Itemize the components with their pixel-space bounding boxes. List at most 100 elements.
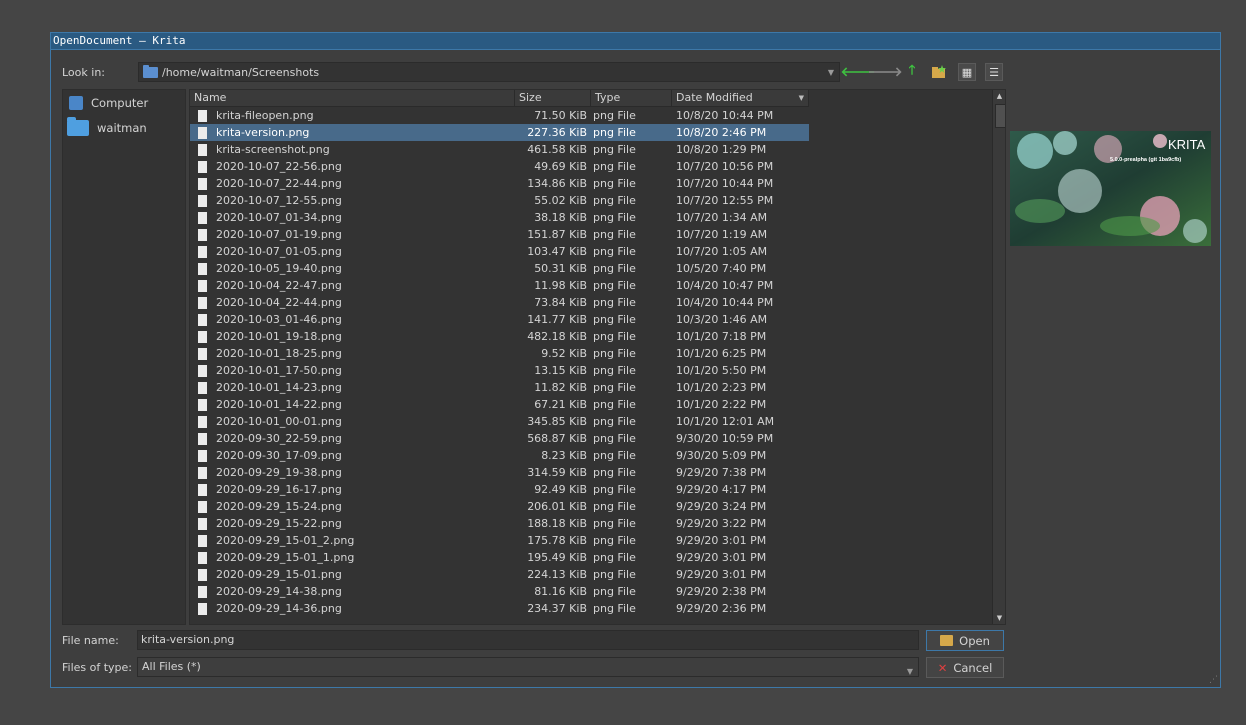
file-type: png File (593, 143, 636, 156)
file-date: 10/1/20 5:50 PM (676, 364, 767, 377)
file-row[interactable]: 2020-09-29_15-22.png 188.18 KiB png File 9/… (190, 515, 809, 532)
file-date: 9/29/20 3:22 PM (676, 517, 767, 530)
file-row[interactable]: 2020-10-01_19-18.png 482.18 KiB png File 10… (190, 328, 809, 345)
column-date-modified[interactable]: Date Modified ▼ (672, 90, 809, 106)
file-size: 38.18 KiB (534, 211, 587, 224)
file-name: krita-fileopen.png (216, 109, 314, 122)
file-row[interactable]: 2020-09-29_14-38.png 81.16 KiB png File 9/2… (190, 583, 809, 600)
file-size: 206.01 KiB (527, 500, 587, 513)
column-date-label: Date Modified (676, 91, 753, 104)
preview-brand: KRITA (1168, 137, 1206, 152)
file-icon (198, 194, 207, 207)
detail-view-icon[interactable]: ☰ (985, 63, 1003, 81)
scroll-up-icon[interactable]: ▲ (993, 90, 1005, 102)
file-name: 2020-09-29_19-38.png (216, 466, 342, 479)
back-icon[interactable]: 🡐 (841, 62, 876, 82)
file-size: 11.82 KiB (534, 381, 587, 394)
column-size[interactable]: Size (515, 90, 591, 106)
sidebar-item-waitman[interactable]: waitman (63, 115, 185, 140)
file-row[interactable]: 2020-10-05_19-40.png 50.31 KiB png File 10/… (190, 260, 809, 277)
scroll-thumb[interactable] (995, 104, 1005, 128)
file-row[interactable]: 2020-09-29_15-01_2.png 175.78 KiB png File… (190, 532, 809, 549)
file-name-cell: krita-version.png (190, 126, 515, 139)
computer-icon (69, 95, 83, 110)
file-icon (198, 398, 207, 411)
new-folder-icon[interactable] (929, 62, 949, 82)
file-row[interactable]: 2020-09-29_14-36.png 234.37 KiB png File 9/… (190, 600, 809, 617)
file-size: 234.37 KiB (527, 602, 587, 615)
file-name-cell: 2020-10-01_19-18.png (190, 330, 515, 343)
file-type: png File (593, 330, 636, 343)
icon-view-icon[interactable]: ▦ (958, 63, 976, 81)
window-title: OpenDocument — Krita (51, 33, 1220, 50)
file-type: png File (593, 364, 636, 377)
file-row[interactable]: 2020-10-07_01-05.png 103.47 KiB png File 10… (190, 243, 809, 260)
cancel-button[interactable]: ✕ Cancel (926, 657, 1004, 678)
file-row[interactable]: 2020-09-29_19-38.png 314.59 KiB png File 9/… (190, 464, 809, 481)
file-row[interactable]: 2020-10-01_14-22.png 67.21 KiB png File 10/… (190, 396, 809, 413)
file-row[interactable]: krita-fileopen.png 71.50 KiB png File 10/8/… (190, 107, 809, 124)
file-row[interactable]: 2020-09-30_22-59.png 568.87 KiB png File 9/… (190, 430, 809, 447)
file-row[interactable]: 2020-10-01_14-23.png 11.82 KiB png File 10/… (190, 379, 809, 396)
file-name-cell: 2020-09-29_15-24.png (190, 500, 515, 513)
file-list[interactable]: Name Size Type Date Modified ▼ krita-fil… (189, 89, 1006, 625)
file-type: png File (593, 177, 636, 190)
file-row[interactable]: 2020-10-07_22-44.png 134.86 KiB png File 10… (190, 175, 809, 192)
sidebar-item-computer[interactable]: Computer (63, 90, 185, 115)
file-row[interactable]: 2020-09-29_16-17.png 92.49 KiB png File 9/2… (190, 481, 809, 498)
scroll-down-icon[interactable]: ▼ (993, 612, 1005, 624)
file-name-cell: 2020-10-04_22-47.png (190, 279, 515, 292)
file-type-label: Files of type: (62, 661, 133, 674)
file-date: 10/7/20 10:56 PM (676, 160, 774, 173)
file-rows: krita-fileopen.png 71.50 KiB png File 10/8/… (190, 107, 809, 617)
up-icon[interactable]: 🡑 (902, 62, 922, 82)
file-size: 195.49 KiB (527, 551, 587, 564)
file-date: 10/1/20 12:01 AM (676, 415, 775, 428)
file-row[interactable]: 2020-10-07_01-34.png 38.18 KiB png File 10/… (190, 209, 809, 226)
file-row[interactable]: krita-version.png 227.36 KiB png File 10/8/… (190, 124, 809, 141)
file-name: 2020-10-05_19-40.png (216, 262, 342, 275)
file-row[interactable]: 2020-10-04_22-44.png 73.84 KiB png File 10/… (190, 294, 809, 311)
file-icon (198, 296, 207, 309)
file-row[interactable]: 2020-10-03_01-46.png 141.77 KiB png File 10… (190, 311, 809, 328)
cancel-button-label: Cancel (953, 660, 993, 675)
file-size: 92.49 KiB (534, 483, 587, 496)
look-in-label: Look in: (62, 66, 105, 79)
file-row[interactable]: 2020-09-29_15-01.png 224.13 KiB png File 9/… (190, 566, 809, 583)
file-icon (198, 279, 207, 292)
file-row[interactable]: 2020-10-07_12-55.png 55.02 KiB png File 10/… (190, 192, 809, 209)
resize-grip-icon[interactable]: ⋰ (1209, 675, 1218, 685)
vertical-scrollbar[interactable]: ▲ ▼ (992, 90, 1005, 624)
file-date: 10/1/20 6:25 PM (676, 347, 767, 360)
file-type-combo[interactable]: All Files (*) ▼ (137, 657, 919, 677)
forward-icon[interactable]: 🡒 (868, 62, 903, 82)
file-name-cell: 2020-09-29_15-22.png (190, 517, 515, 530)
file-row[interactable]: 2020-09-30_17-09.png 8.23 KiB png File 9/30… (190, 447, 809, 464)
file-size: 314.59 KiB (527, 466, 587, 479)
file-size: 224.13 KiB (527, 568, 587, 581)
file-row[interactable]: 2020-10-07_22-56.png 49.69 KiB png File 10/… (190, 158, 809, 175)
places-sidebar: Computer waitman (62, 89, 186, 625)
file-row[interactable]: 2020-10-04_22-47.png 11.98 KiB png File 10/… (190, 277, 809, 294)
file-name-cell: 2020-09-29_15-01.png (190, 568, 515, 581)
file-name-input[interactable]: krita-version.png (137, 630, 919, 650)
file-name-cell: 2020-09-29_19-38.png (190, 466, 515, 479)
file-row[interactable]: 2020-09-29_15-24.png 206.01 KiB png File 9/… (190, 498, 809, 515)
file-size: 50.31 KiB (534, 262, 587, 275)
folder-icon (67, 116, 89, 136)
file-row[interactable]: krita-screenshot.png 461.58 KiB png File 10… (190, 141, 809, 158)
file-row[interactable]: 2020-10-07_01-19.png 151.87 KiB png File 10… (190, 226, 809, 243)
file-date: 9/29/20 3:01 PM (676, 551, 767, 564)
column-type[interactable]: Type (591, 90, 672, 106)
file-row[interactable]: 2020-10-01_00-01.png 345.85 KiB png File 10… (190, 413, 809, 430)
file-row[interactable]: 2020-09-29_15-01_1.png 195.49 KiB png File… (190, 549, 809, 566)
open-button[interactable]: Open (926, 630, 1004, 651)
file-name: 2020-10-01_18-25.png (216, 347, 342, 360)
look-in-combo[interactable]: /home/waitman/Screenshots ▼ (138, 62, 840, 82)
file-row[interactable]: 2020-10-01_18-25.png 9.52 KiB png File 10/1… (190, 345, 809, 362)
file-icon (198, 483, 207, 496)
file-size: 175.78 KiB (527, 534, 587, 547)
column-name[interactable]: Name (190, 90, 515, 106)
file-row[interactable]: 2020-10-01_17-50.png 13.15 KiB png File 10/… (190, 362, 809, 379)
file-type: png File (593, 517, 636, 530)
